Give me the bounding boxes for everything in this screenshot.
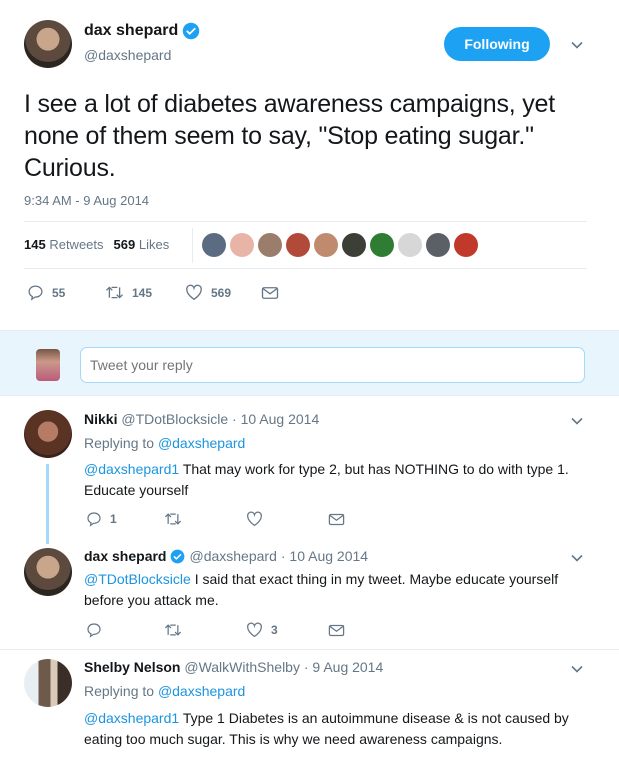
liker-avatar[interactable]: [342, 233, 366, 257]
reply-button[interactable]: [86, 622, 164, 638]
reply-author-handle[interactable]: @TDotBlocksicle: [121, 411, 228, 427]
divider: [0, 649, 619, 650]
chevron-down-icon[interactable]: [570, 38, 584, 52]
chevron-down-icon[interactable]: [570, 662, 584, 676]
reply-button[interactable]: 1: [86, 511, 164, 527]
reply-author-name[interactable]: Shelby Nelson: [84, 659, 180, 675]
retweet-button[interactable]: [164, 622, 246, 638]
reply-author-handle[interactable]: @WalkWithShelby: [184, 659, 300, 675]
verified-icon: [171, 549, 185, 563]
divider: [24, 221, 587, 222]
liker-avatar[interactable]: [230, 233, 254, 257]
message-button[interactable]: [328, 622, 353, 638]
reply-date[interactable]: · 10 Aug 2014: [281, 548, 368, 564]
retweet-icon: [105, 286, 124, 299]
author-name[interactable]: dax shepard: [84, 22, 178, 40]
reply-author-name[interactable]: Nikki: [84, 411, 117, 427]
like-button[interactable]: [246, 511, 328, 527]
reply-button[interactable]: 55: [27, 284, 105, 301]
verified-icon: [183, 22, 200, 40]
current-user-avatar: [36, 349, 60, 381]
replying-to-link[interactable]: @daxshepard: [158, 435, 245, 451]
reply-avatar[interactable]: [24, 548, 72, 596]
reply-text: @daxshepard1 Type 1 Diabetes is an autoi…: [84, 710, 569, 747]
chevron-down-icon[interactable]: [570, 414, 584, 428]
reply-date[interactable]: · 10 Aug 2014: [232, 411, 319, 427]
message-icon: [328, 624, 345, 636]
retweets-stat[interactable]: 145 Retweets: [24, 237, 104, 252]
reply-avatar[interactable]: [24, 410, 72, 458]
replying-to-label: Replying to: [84, 683, 155, 699]
retweet-button[interactable]: [164, 511, 246, 527]
divider: [24, 268, 587, 269]
author-avatar[interactable]: [24, 20, 72, 68]
mention-link[interactable]: @daxshepard1: [84, 461, 179, 477]
reply-author-name[interactable]: dax shepard: [84, 548, 166, 564]
reply-icon: [87, 512, 101, 527]
liker-avatar[interactable]: [202, 233, 226, 257]
liker-avatar[interactable]: [314, 233, 338, 257]
message-icon: [261, 286, 279, 299]
reply-icon: [28, 285, 43, 301]
tweet-text: I see a lot of diabetes awareness campai…: [24, 90, 555, 182]
reply-date[interactable]: · 9 Aug 2014: [304, 659, 383, 675]
author-handle[interactable]: @daxshepard: [84, 47, 171, 63]
reply-avatar[interactable]: [24, 659, 72, 707]
mention-link[interactable]: @TDotBlocksicle: [84, 571, 191, 587]
liker-avatar[interactable]: [370, 233, 394, 257]
like-button[interactable]: 3: [246, 622, 328, 638]
like-icon: [186, 284, 202, 301]
mention-link[interactable]: @daxshepard1: [84, 710, 179, 726]
like-icon: [247, 511, 262, 527]
liker-avatar[interactable]: [426, 233, 450, 257]
message-icon: [328, 513, 345, 525]
like-icon: [247, 622, 262, 638]
retweet-icon: [164, 513, 182, 525]
likes-stat[interactable]: 569 Likes: [114, 237, 170, 252]
liker-avatar[interactable]: [454, 233, 478, 257]
retweet-icon: [164, 624, 182, 636]
stats-separator: [192, 228, 193, 263]
thread-connector: [46, 464, 49, 544]
reply-text: @TDotBlocksicle I said that exact thing …: [84, 571, 559, 608]
liker-avatar[interactable]: [258, 233, 282, 257]
retweet-button[interactable]: 145: [105, 284, 185, 301]
tweet-timestamp[interactable]: 9:34 AM - 9 Aug 2014: [24, 193, 149, 208]
chevron-down-icon[interactable]: [570, 551, 584, 565]
replying-to-link[interactable]: @daxshepard: [158, 683, 245, 699]
like-button[interactable]: 569: [185, 284, 261, 301]
likers-avatars: [202, 233, 482, 257]
liker-avatar[interactable]: [286, 233, 310, 257]
reply-text: @daxshepard1 That may work for type 2, b…: [84, 461, 569, 498]
following-button[interactable]: Following: [444, 27, 550, 61]
reply-icon: [87, 623, 101, 638]
message-button[interactable]: [328, 511, 353, 527]
message-button[interactable]: [261, 284, 287, 301]
replying-to-label: Replying to: [84, 435, 155, 451]
reply-input[interactable]: [80, 347, 585, 383]
reply-author-handle[interactable]: @daxshepard: [189, 548, 276, 564]
liker-avatar[interactable]: [398, 233, 422, 257]
